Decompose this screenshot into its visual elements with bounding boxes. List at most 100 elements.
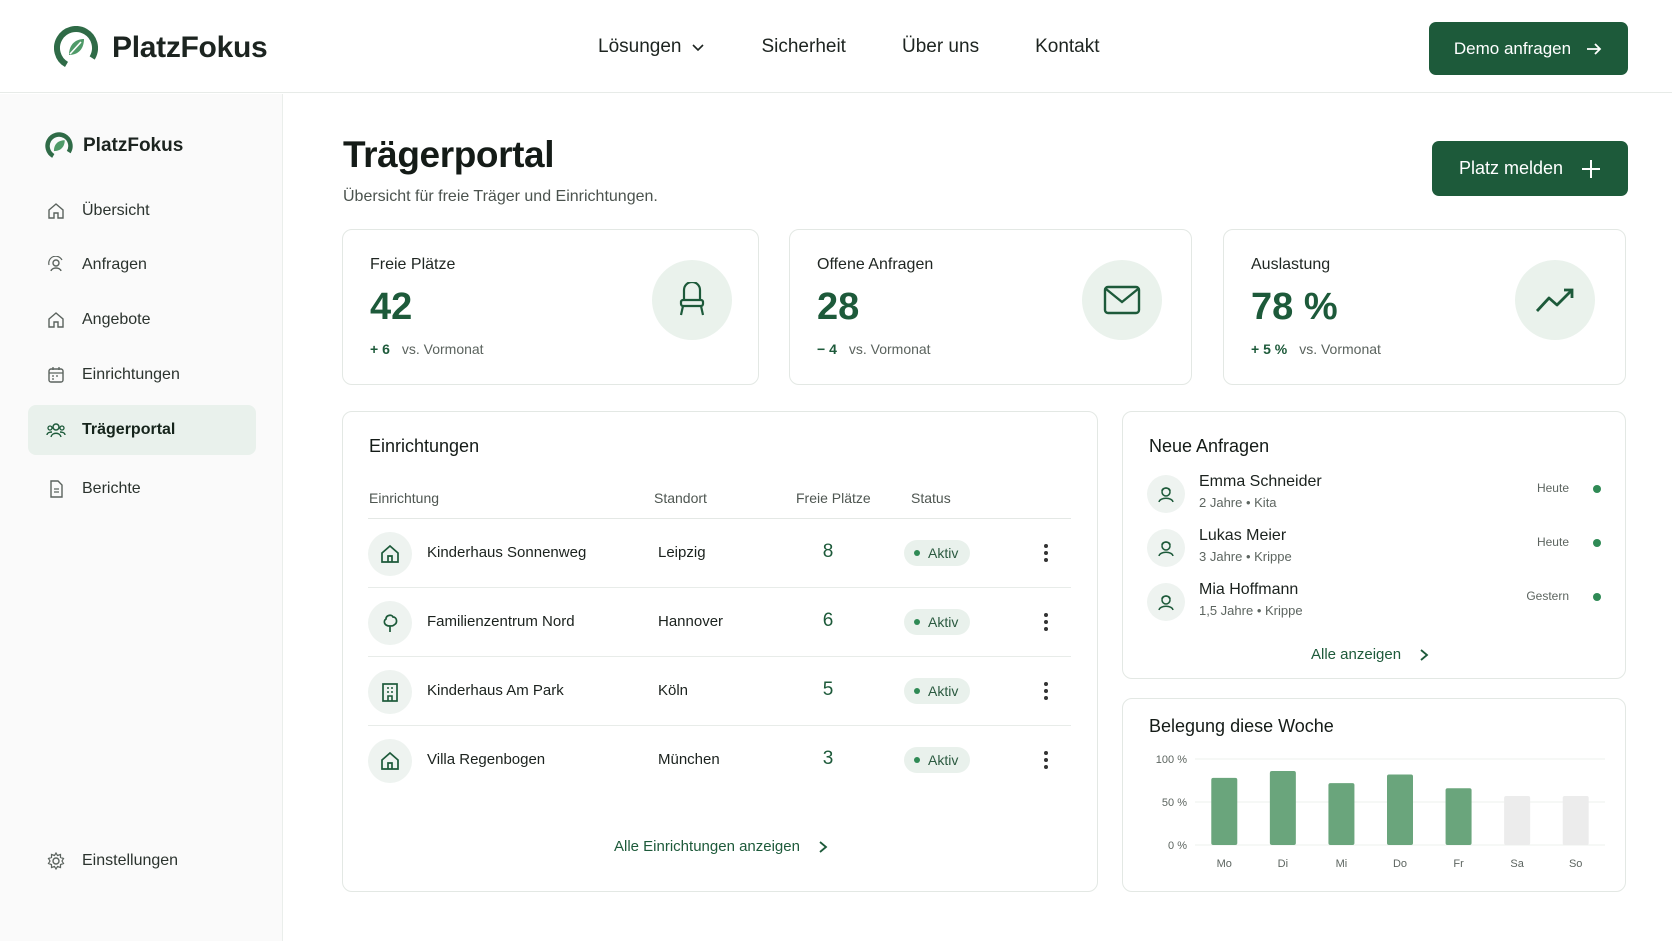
gear-icon bbox=[46, 851, 66, 871]
sidebar-brand-name: PlatzFokus bbox=[83, 135, 184, 156]
bar-do bbox=[1387, 774, 1413, 845]
sidebar-item-label: Einstellungen bbox=[82, 852, 179, 869]
stat-label: Offene Anfragen bbox=[817, 256, 934, 273]
stat-delta: − 4 vs. Vormonat bbox=[817, 341, 931, 357]
plus-icon bbox=[1582, 159, 1601, 178]
top-navigation: PlatzFokus Lösungen Sicherheit Über uns … bbox=[0, 0, 1672, 93]
sidebar-item-label: Trägerportal bbox=[82, 421, 176, 438]
users-icon bbox=[46, 420, 66, 440]
table-row[interactable]: Kinderhaus Sonnenweg Leipzig 8 Aktiv bbox=[368, 519, 1071, 588]
request-item[interactable]: Mia Hoffmann 1,5 Jahre • Krippe Gestern bbox=[1147, 579, 1617, 627]
logo-icon bbox=[54, 26, 98, 70]
requests-card: Neue Anfragen Emma Schneider 2 Jahre • K… bbox=[1122, 411, 1626, 679]
column-header: Freie Plätze bbox=[796, 490, 871, 506]
facility-free-places: 3 bbox=[822, 748, 834, 769]
nav-item-label: Lösungen bbox=[598, 36, 682, 57]
bar-so bbox=[1562, 795, 1589, 845]
home-icon bbox=[46, 201, 66, 221]
occupancy-bar-chart: 100 % 50 % 0 % Mo Di Mi Do Fr Sa So bbox=[1156, 754, 1605, 870]
table-row[interactable]: Kinderhaus Am Park Köln 5 Aktiv bbox=[368, 657, 1071, 726]
show-all-facilities-label: Alle Einrichtungen anzeigen bbox=[614, 838, 800, 855]
stat-delta-value: − 4 bbox=[817, 341, 837, 357]
calendar-icon bbox=[46, 365, 66, 385]
stat-delta-note: vs. Vormonat bbox=[401, 341, 484, 357]
brand[interactable]: PlatzFokus bbox=[54, 26, 268, 70]
request-time: Heute bbox=[1536, 535, 1569, 549]
chevron-right-icon bbox=[819, 840, 828, 853]
facility-name: Kinderhaus Am Park bbox=[427, 682, 564, 699]
sidebar-item-uebersicht[interactable]: Übersicht bbox=[28, 186, 256, 236]
stat-card-open-requests: Offene Anfragen 28 − 4 vs. Vormonat bbox=[789, 229, 1192, 385]
show-all-facilities-link[interactable]: Alle Einrichtungen anzeigen bbox=[614, 838, 828, 855]
bar-fr bbox=[1445, 788, 1472, 845]
sidebar-item-label: Übersicht bbox=[82, 202, 150, 219]
sidebar-item-traegerportal[interactable]: Trägerportal bbox=[28, 405, 256, 455]
x-tick-label: Di bbox=[1278, 858, 1288, 870]
nav-item-ueber-uns[interactable]: Über uns bbox=[902, 36, 979, 58]
page-subtitle: Übersicht für freie Träger und Einrichtu… bbox=[343, 188, 658, 205]
demo-request-button[interactable]: Demo anfragen bbox=[1429, 22, 1628, 75]
y-tick-label: 0 % bbox=[1168, 840, 1187, 852]
table-row[interactable]: Villa Regenbogen München 3 Aktiv bbox=[368, 726, 1071, 795]
sidebar-item-label: Angebote bbox=[82, 311, 151, 328]
sidebar-item-angebote[interactable]: Angebote bbox=[28, 295, 256, 345]
status-badge: Aktiv bbox=[904, 609, 971, 635]
main-nav: Lösungen Sicherheit Über uns Kontakt bbox=[598, 36, 1100, 58]
stat-card-utilization: Auslastung 78 % + 5 % vs. Vormonat bbox=[1223, 229, 1626, 385]
sidebar-brand[interactable]: PlatzFokus bbox=[45, 132, 183, 160]
facility-name: Kinderhaus Sonnenweg bbox=[427, 544, 587, 561]
sidebar-item-einrichtungen[interactable]: Einrichtungen bbox=[28, 350, 256, 400]
more-vertical-icon[interactable] bbox=[1036, 748, 1056, 772]
facility-city: Hannover bbox=[658, 613, 724, 630]
facility-free-places: 6 bbox=[822, 610, 834, 631]
bar-mi bbox=[1328, 783, 1355, 845]
arrow-right-icon bbox=[1587, 42, 1602, 55]
sidebar-item-einstellungen[interactable]: Einstellungen bbox=[28, 836, 256, 886]
mail-icon bbox=[1082, 260, 1162, 340]
status-badge: Aktiv bbox=[904, 540, 971, 566]
home-icon bbox=[46, 310, 66, 330]
x-tick-label: Mo bbox=[1217, 858, 1232, 870]
x-tick-label: So bbox=[1569, 858, 1582, 870]
facility-name: Familienzentrum Nord bbox=[427, 613, 575, 630]
table-row[interactable]: Familienzentrum Nord Hannover 6 Aktiv bbox=[368, 588, 1071, 657]
stat-delta-note: vs. Vormonat bbox=[848, 341, 931, 357]
more-vertical-icon[interactable] bbox=[1036, 541, 1056, 565]
show-all-requests-link[interactable]: Alle anzeigen bbox=[1311, 646, 1429, 663]
nav-item-loesungen[interactable]: Lösungen bbox=[598, 36, 705, 58]
chart-title: Belegung diese Woche bbox=[1149, 716, 1334, 736]
show-all-requests-label: Alle anzeigen bbox=[1311, 646, 1402, 663]
more-vertical-icon[interactable] bbox=[1036, 610, 1056, 634]
x-tick-label: Mi bbox=[1336, 858, 1348, 870]
nav-item-sicherheit[interactable]: Sicherheit bbox=[761, 36, 846, 58]
status-badge: Aktiv bbox=[904, 747, 971, 773]
request-item[interactable]: Emma Schneider 2 Jahre • Kita Heute bbox=[1147, 471, 1617, 519]
sidebar-item-label: Einrichtungen bbox=[82, 366, 180, 383]
report-place-label: Platz melden bbox=[1458, 158, 1564, 178]
y-tick-label: 50 % bbox=[1162, 797, 1187, 809]
bar-sa bbox=[1504, 795, 1531, 845]
status-badge: Aktiv bbox=[904, 678, 971, 704]
nav-item-kontakt[interactable]: Kontakt bbox=[1035, 36, 1099, 58]
sidebar: PlatzFokus Übersicht Anfragen Angebote E… bbox=[0, 94, 283, 941]
requests-title: Neue Anfragen bbox=[1149, 436, 1270, 456]
chevron-down-icon bbox=[692, 44, 705, 52]
request-time: Heute bbox=[1536, 481, 1569, 495]
bar-di bbox=[1269, 771, 1296, 845]
sidebar-item-berichte[interactable]: Berichte bbox=[28, 464, 256, 514]
unread-dot bbox=[1593, 485, 1601, 493]
report-place-button[interactable]: Platz melden bbox=[1432, 141, 1628, 196]
building-icon bbox=[368, 670, 412, 714]
x-tick-label: Sa bbox=[1510, 858, 1524, 870]
x-tick-label: Do bbox=[1393, 858, 1407, 870]
facility-free-places: 8 bbox=[822, 541, 834, 562]
request-item[interactable]: Lukas Meier 3 Jahre • Krippe Heute bbox=[1147, 525, 1617, 573]
stat-value: 42 bbox=[370, 286, 413, 328]
refresh-user-icon bbox=[46, 255, 66, 275]
document-icon bbox=[46, 479, 66, 499]
more-vertical-icon[interactable] bbox=[1036, 679, 1056, 703]
demo-request-label: Demo anfragen bbox=[1453, 38, 1572, 58]
sidebar-item-anfragen[interactable]: Anfragen bbox=[28, 240, 256, 290]
brand-name: PlatzFokus bbox=[112, 31, 268, 64]
stat-delta: + 5 % vs. Vormonat bbox=[1251, 341, 1381, 357]
